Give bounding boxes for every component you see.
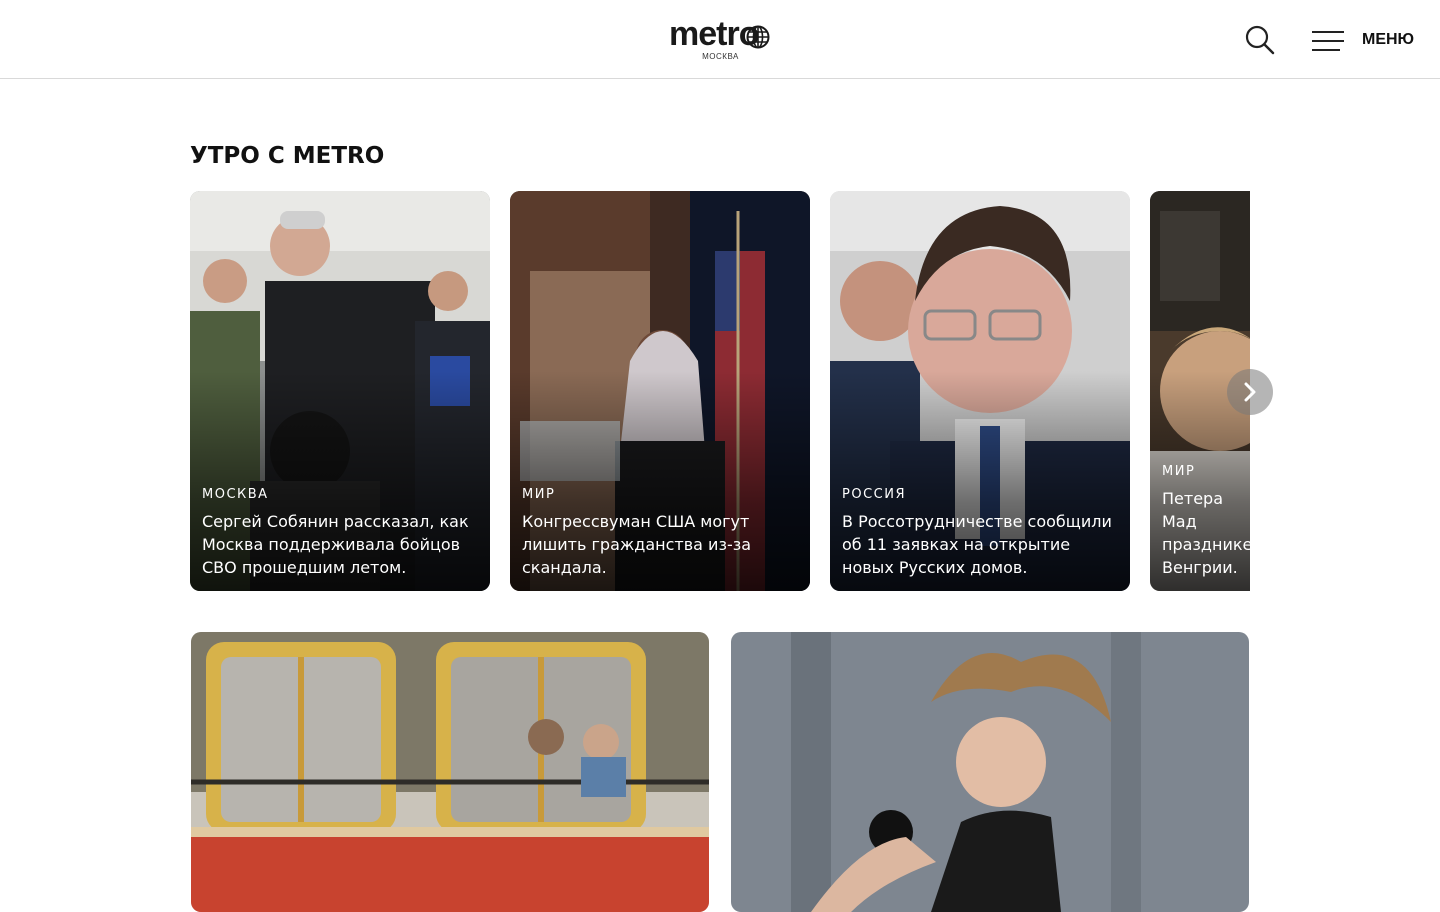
card-text: МИР Конгрессвуман США могут лишить гражд… [522, 487, 800, 579]
logo-city: МОСКВА [702, 52, 739, 61]
card-category: РОССИЯ [842, 487, 906, 502]
menu-button[interactable]: МЕНЮ [1312, 22, 1422, 58]
feature-photo [191, 632, 709, 912]
news-carousel: МОСКВА Сергей Собянин рассказал, как Мос… [190, 191, 1250, 591]
section-title: УТРО С METRO [190, 143, 385, 169]
search-icon [1245, 25, 1275, 55]
feature-card[interactable] [191, 632, 709, 912]
card-category: МИР [522, 487, 556, 502]
card-text: МИР Петера Мад празднике Венгрии. [1162, 464, 1250, 579]
card-headline: В Россотрудничестве сообщили об 11 заявк… [842, 512, 1112, 577]
feature-card[interactable] [731, 632, 1249, 912]
card-text: РОССИЯ В Россотрудничестве сообщили об 1… [842, 487, 1120, 579]
metro-logo[interactable]: metro МОСКВА [669, 15, 773, 63]
globe-icon [746, 25, 770, 49]
search-button[interactable] [1244, 24, 1276, 56]
news-card[interactable]: РОССИЯ В Россотрудничестве сообщили об 1… [830, 191, 1130, 591]
news-card[interactable]: МОСКВА Сергей Собянин рассказал, как Мос… [190, 191, 490, 591]
menu-label: МЕНЮ [1362, 31, 1415, 48]
card-category: МОСКВА [202, 487, 269, 502]
news-card[interactable]: МИР Конгрессвуман США могут лишить гражд… [510, 191, 810, 591]
site-header: metro МОСКВА МЕНЮ [0, 0, 1440, 79]
chevron-right-icon [1244, 382, 1256, 402]
card-text: МОСКВА Сергей Собянин рассказал, как Мос… [202, 487, 480, 579]
carousel-next-button[interactable] [1227, 369, 1273, 415]
card-headline: Конгрессвуман США могут лишить гражданст… [522, 512, 752, 577]
hamburger-icon [1312, 27, 1344, 53]
card-headline: Петера Мад празднике Венгрии. [1162, 489, 1250, 577]
card-category: МИР [1162, 464, 1196, 479]
card-headline: Сергей Собянин рассказал, как Москва под… [202, 512, 469, 577]
feature-photo [731, 632, 1249, 912]
